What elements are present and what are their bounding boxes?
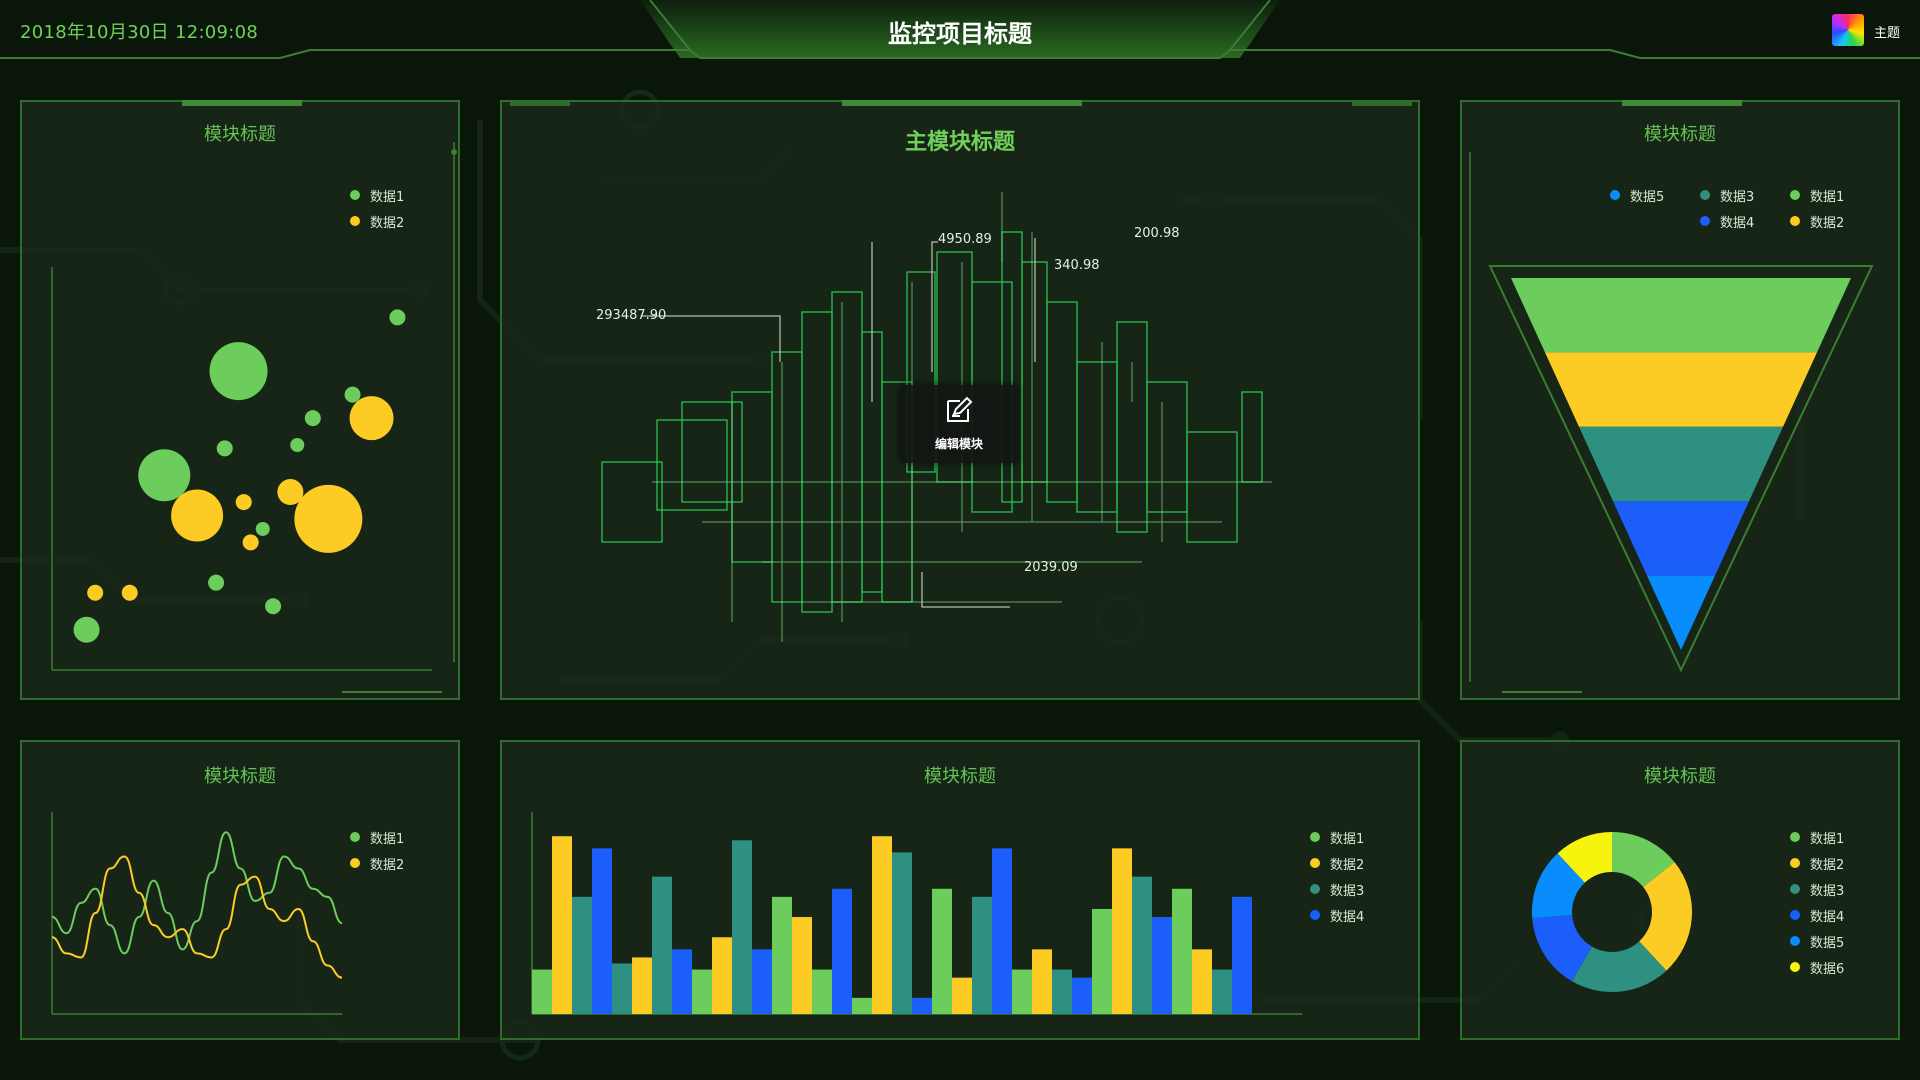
edit-icon	[947, 396, 973, 422]
theme-label: 主题	[1874, 26, 1901, 41]
edit-module-label: 编辑模块	[934, 437, 983, 451]
bar	[532, 969, 552, 1014]
bubble-point	[235, 494, 252, 511]
donut-chart	[1532, 832, 1692, 992]
bar	[752, 949, 772, 1014]
bar	[912, 997, 932, 1014]
bubble-point	[255, 521, 270, 536]
bar	[1012, 969, 1032, 1014]
theme-button[interactable]: 主题	[1832, 14, 1912, 46]
bubble-point	[87, 584, 104, 601]
panel-funnel: 模块标题 数据5 数据3 数据1 数据4 数据2	[1460, 100, 1900, 700]
funnel-segment	[1613, 501, 1749, 576]
bar	[1152, 917, 1172, 1014]
bar	[1052, 969, 1072, 1014]
palette-icon	[1832, 14, 1864, 46]
bubble-point	[349, 396, 394, 441]
bar	[572, 896, 592, 1014]
funnel-chart	[1469, 152, 1874, 693]
bar	[672, 949, 692, 1014]
wave-chart	[51, 812, 343, 1015]
bar	[592, 848, 612, 1014]
bar	[552, 836, 572, 1014]
bubble-point	[73, 616, 100, 643]
bar	[1112, 848, 1132, 1014]
bar	[812, 969, 832, 1014]
bar	[632, 957, 652, 1014]
bar	[952, 977, 972, 1014]
funnel-segment	[1647, 575, 1715, 650]
bar	[612, 963, 632, 1014]
bubble-point	[216, 440, 233, 457]
edit-module-button[interactable]: 编辑模块	[900, 385, 1018, 463]
series-line	[51, 831, 343, 955]
bar	[992, 848, 1012, 1014]
value-label: 4950.89	[938, 232, 992, 247]
panel-donut: 模块标题 数据1 数据2 数据3 数据4 数据5 数据6	[1460, 740, 1900, 1040]
value-label: 340.98	[1054, 258, 1100, 273]
funnel-segment	[1511, 278, 1851, 353]
panel-wave: 模块标题 数据1 数据2	[20, 740, 460, 1040]
bar	[1192, 949, 1212, 1014]
panel-bars: 模块标题 数据1 数据2 数据3 数据4	[500, 740, 1420, 1040]
value-label: 293487.90	[596, 308, 667, 323]
bar	[832, 888, 852, 1014]
bar	[872, 836, 892, 1014]
bar	[892, 852, 912, 1014]
bubble-chart	[51, 142, 457, 693]
bar	[772, 896, 792, 1014]
datetime-display: 2018年10月30日 12:09:08	[20, 22, 259, 43]
bubble-point	[208, 574, 225, 591]
bubble-point	[344, 386, 361, 403]
bar	[1172, 888, 1192, 1014]
bubble-point	[389, 309, 406, 326]
bubble-point	[121, 584, 138, 601]
bar	[972, 896, 992, 1014]
bar	[852, 997, 872, 1014]
bar	[1132, 876, 1152, 1014]
funnel-segment	[1579, 426, 1783, 502]
bar	[1032, 949, 1052, 1014]
bubble-point	[242, 534, 259, 551]
bar	[712, 937, 732, 1014]
bar	[692, 969, 712, 1014]
bar-chart	[531, 812, 1302, 1015]
bar	[1072, 977, 1092, 1014]
bar	[1212, 969, 1232, 1014]
value-label: 200.98	[1134, 226, 1180, 241]
bar	[792, 917, 812, 1014]
bubble-point	[209, 342, 268, 401]
funnel-segment	[1545, 352, 1817, 427]
bubble-point	[265, 598, 282, 615]
page-title: 监控项目标题	[888, 20, 1032, 48]
bar	[1232, 896, 1252, 1014]
header-bar: 2018年10月30日 12:09:08 监控项目标题 主题	[0, 0, 1920, 62]
bar	[932, 888, 952, 1014]
bubble-point	[138, 449, 191, 502]
bubble-point	[290, 437, 305, 452]
bubble-point	[304, 410, 321, 427]
bubble-point	[294, 484, 363, 553]
series-line	[51, 855, 343, 979]
value-label: 2039.09	[1024, 560, 1078, 575]
bar	[652, 876, 672, 1014]
bar	[732, 840, 752, 1014]
panel-bubble: 模块标题 数据1 数据2	[20, 100, 460, 700]
bar	[1092, 908, 1112, 1014]
bubble-point	[171, 489, 224, 542]
